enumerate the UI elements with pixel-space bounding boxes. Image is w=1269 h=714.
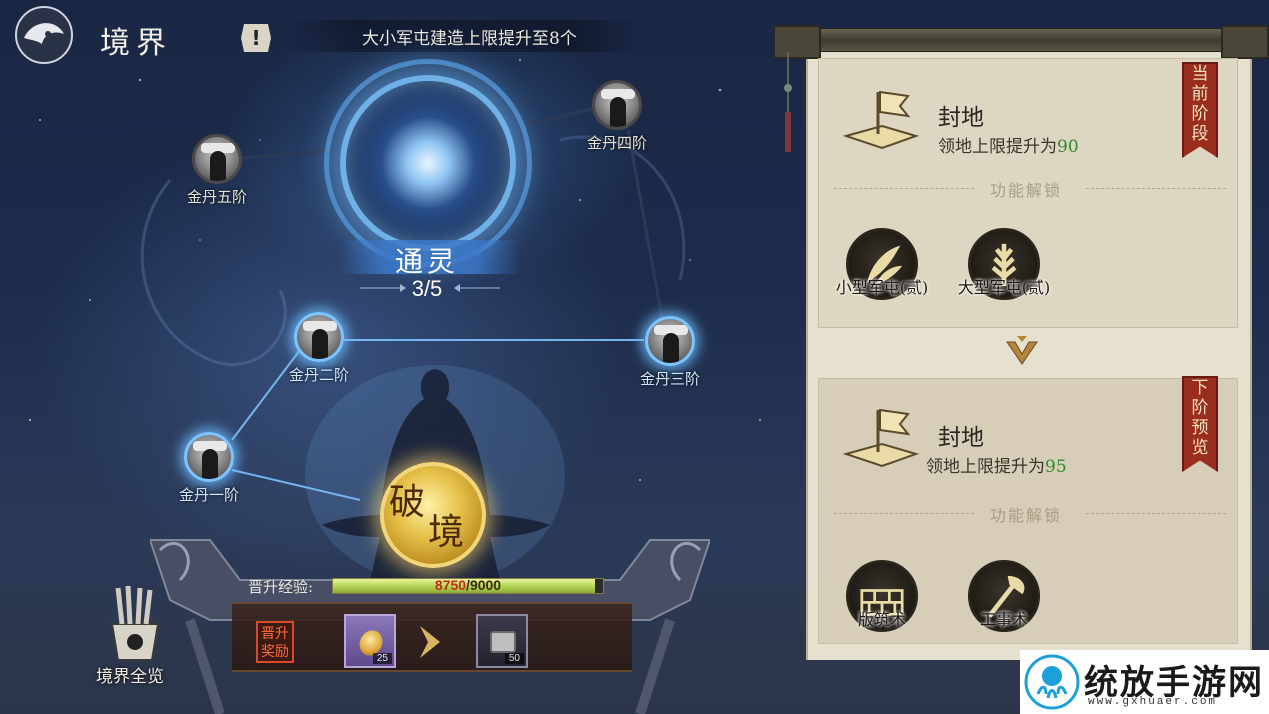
xp-current: 8750: [434, 577, 467, 593]
reward-tag-line-2: 奖励: [261, 644, 289, 660]
ribbon-char: 段: [1191, 124, 1209, 144]
cultivator-portrait-icon: [294, 312, 344, 362]
divider: [1086, 513, 1226, 514]
next-stage-desc: 领地上限提升为95: [926, 452, 1067, 477]
realm-node-stage-1[interactable]: 金丹一阶: [154, 432, 264, 512]
desc-value: 95: [1045, 457, 1067, 477]
feature-label: 小型军屯(贰): [835, 278, 929, 297]
ribbon-char: 览: [1191, 438, 1209, 458]
chevron-down-icon: [1006, 336, 1038, 365]
realm-node-label: 金丹五阶: [186, 188, 247, 206]
next-stage-ribbon-text: 下 阶 预 览: [1182, 378, 1218, 458]
feature-wall-building[interactable]: 版筑术: [822, 560, 952, 640]
current-stage-ribbon-text: 当 前 阶 段: [1182, 64, 1218, 144]
ribbon-char: 预: [1191, 418, 1209, 438]
ribbon-char: 前: [1191, 84, 1209, 104]
reward-tag-line-1: 晋升: [261, 626, 289, 642]
realm-name: 通灵: [394, 245, 459, 278]
realm-node-label: 金丹一阶: [178, 486, 239, 504]
cultivator-portrait-icon: [184, 432, 234, 482]
chevron-right-icon: [420, 626, 440, 658]
desc-text: 领地上限提升为: [938, 137, 1057, 157]
realm-overview-label[interactable]: 境界全览: [96, 662, 164, 687]
realm-node-label: 金丹三阶: [639, 370, 700, 388]
current-stage-desc: 领地上限提升为90: [938, 132, 1079, 157]
ribbon-char: 阶: [1191, 104, 1209, 124]
current-stage-title: 封地: [938, 105, 984, 131]
reward-item-chest[interactable]: 50: [476, 614, 528, 668]
next-stage-title: 封地: [938, 425, 984, 451]
breakthrough-label-1: 破: [389, 482, 426, 523]
ribbon-char: 当: [1191, 64, 1209, 84]
treasure-chest-icon: [490, 631, 516, 653]
cultivator-portrait-icon: [592, 80, 642, 130]
promotion-reward-tag: 晋升 奖励: [256, 621, 294, 663]
xp-label: 晋升经验:: [248, 578, 314, 596]
item-count: 50: [504, 653, 524, 664]
feature-fortification[interactable]: 工事术: [944, 560, 1074, 640]
cultivator-portrait-icon: [645, 316, 695, 366]
realm-node-stage-3[interactable]: 金丹三阶: [615, 316, 725, 396]
xp-value: 8750/9000: [332, 577, 604, 593]
desc-text: 领地上限提升为: [926, 457, 1045, 477]
divider: [834, 513, 974, 514]
feature-small-garrison[interactable]: 小型军屯(贰): [822, 228, 952, 308]
realm-node-stage-4[interactable]: 金丹四阶: [562, 80, 672, 160]
spirit-orb-icon: [340, 75, 516, 251]
reward-item-gold[interactable]: 25: [344, 614, 396, 668]
feature-label: 工事术: [979, 610, 1028, 629]
ribbon-char: 下: [1191, 378, 1209, 398]
xp-max: 9000: [469, 577, 502, 593]
realm-node-stage-5[interactable]: 金丹五阶: [162, 134, 272, 214]
fief-flag-icon: [842, 90, 920, 150]
octopus-logo-icon: [1024, 654, 1080, 710]
divider: [834, 188, 974, 189]
feature-label: 版筑术: [857, 610, 906, 629]
tassel-ornament: [784, 52, 792, 152]
scroll-rod: [773, 25, 1269, 59]
fief-flag-icon: [842, 408, 920, 468]
scroll-holder-icon[interactable]: [102, 584, 168, 662]
unlock-title: 功能解锁: [990, 181, 1063, 200]
ribbon-char: 阶: [1191, 398, 1209, 418]
realm-progress: 3/5: [411, 276, 443, 301]
realm-node-label: 金丹四阶: [586, 134, 647, 152]
item-count: 25: [372, 653, 392, 664]
desc-value: 90: [1057, 137, 1079, 157]
feature-large-garrison[interactable]: 大型军屯(贰): [944, 228, 1074, 308]
feature-label: 大型军屯(贰): [957, 278, 1051, 297]
unlock-title: 功能解锁: [990, 506, 1063, 525]
watermark-url: www.gxhuaer.com: [1088, 696, 1218, 708]
divider: [1086, 188, 1226, 189]
cultivator-portrait-icon: [192, 134, 242, 184]
breakthrough-label-2: 境: [428, 512, 465, 553]
